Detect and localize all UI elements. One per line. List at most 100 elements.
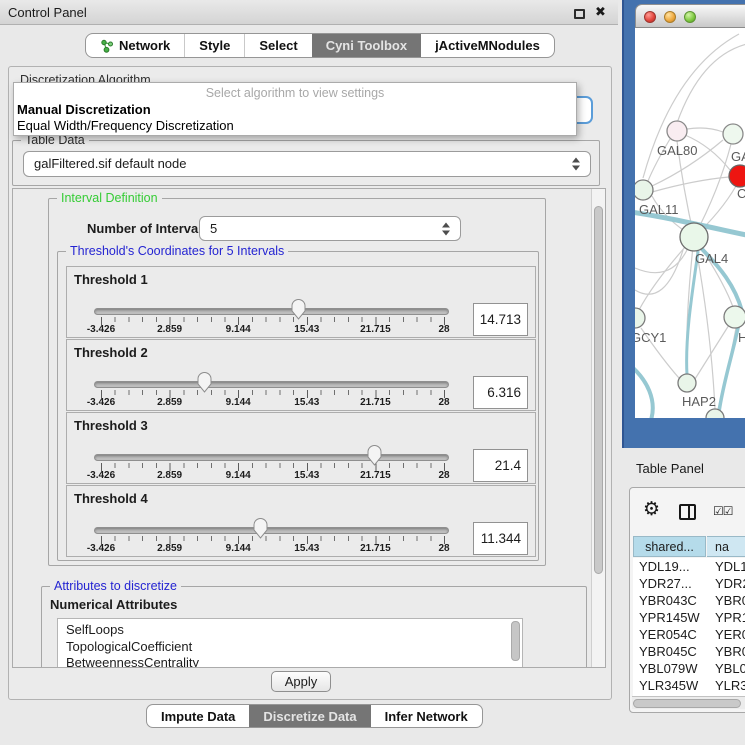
threshold-1-slider-thumb[interactable] [291, 299, 306, 320]
node-bottom[interactable] [706, 409, 724, 418]
checkbox-pair-icon[interactable]: ☑☑ [713, 504, 733, 518]
table-row[interactable]: YBR043CYBR0 [633, 592, 745, 609]
cell: YPR145W [639, 609, 700, 626]
columns-icon[interactable] [679, 504, 696, 520]
node-gal11[interactable] [635, 180, 653, 200]
cell: YDR2 [715, 575, 745, 592]
dropdown-prompt-item[interactable]: Select algorithm to view settings [14, 86, 576, 100]
tab-cyni-toolbox[interactable]: Cyni Toolbox [312, 34, 421, 57]
threshold-3-value-field[interactable]: 21.4 [473, 449, 528, 482]
node-h[interactable] [724, 306, 745, 328]
threshold-2-slider-thumb[interactable] [197, 372, 212, 393]
cell: YLR3 [715, 677, 745, 694]
list-scrollbar[interactable] [511, 621, 520, 661]
tick-label: 9.144 [226, 543, 251, 554]
settings-scrollbar[interactable] [591, 189, 605, 667]
number-of-intervals-spinner[interactable]: 5 [199, 216, 461, 241]
cell: YPR1 [715, 609, 745, 626]
cell: YBR045C [639, 643, 697, 660]
threshold-3-row: Threshold 3 -3.426 2.859 9.144 15.43 21.… [66, 412, 536, 484]
threshold-2-row: Threshold 2 -3.426 2.859 9.144 15.43 21.… [66, 339, 536, 411]
threshold-3-slider-thumb[interactable] [367, 445, 382, 466]
cell: YDL19... [639, 558, 690, 575]
threshold-1-row: Threshold 1 -3.426 2.859 9.144 15.43 21.… [66, 266, 536, 338]
list-item[interactable]: BetweennessCentrality [58, 655, 522, 668]
tick-label: 2.859 [157, 397, 182, 408]
list-item[interactable]: SelfLoops [58, 619, 522, 639]
tab-select[interactable]: Select [244, 34, 311, 57]
numerical-attributes-label: Numerical Attributes [50, 597, 177, 612]
threshold-1-value-field[interactable]: 14.713 [473, 303, 528, 336]
control-panel-titlebar: Control Panel ✖ [0, 0, 618, 25]
node-gal80[interactable] [667, 121, 687, 141]
table-body: YDL19... YDL1 YDR27...YDR2 YBR043CYBR0 YP… [633, 558, 745, 698]
settings-scroll-area: Interval Definition Number of Intervals … [12, 188, 606, 668]
table-horizontal-scrollbar[interactable] [632, 696, 745, 709]
column-header-shared[interactable]: shared... [633, 536, 706, 557]
threshold-4-slider-thumb[interactable] [253, 518, 268, 539]
zoom-window-icon[interactable] [684, 11, 696, 23]
table-horizontal-scrollbar-thumb[interactable] [633, 699, 741, 708]
threshold-2-value-field[interactable]: 6.316 [473, 376, 528, 409]
cell: YER0 [715, 626, 745, 643]
gear-icon[interactable]: ⚙ [643, 500, 660, 519]
tick-label: 15.43 [294, 397, 319, 408]
float-window-icon[interactable] [574, 9, 585, 19]
tab-network[interactable]: Network [86, 34, 184, 57]
tick-label: 2.859 [157, 470, 182, 481]
table-data-combobox[interactable]: galFiltered.sif default node [23, 151, 591, 177]
tick-label: 28 [438, 397, 449, 408]
tab-jactivemnodules[interactable]: jActiveMNodules [421, 34, 554, 57]
tab-style-label: Style [199, 38, 230, 53]
table-row[interactable]: YLR345W YLR3 [633, 677, 745, 694]
node-gal4[interactable] [680, 223, 708, 251]
bottom-tabs: Impute Data Discretize Data Infer Networ… [146, 704, 483, 728]
tab-style[interactable]: Style [184, 34, 244, 57]
table-row[interactable]: YDR27...YDR2 [633, 575, 745, 592]
cell: YER054C [639, 626, 697, 643]
column-header-name[interactable]: na [707, 536, 745, 557]
node-gcy1[interactable] [635, 308, 645, 328]
table-row[interactable]: YBL079WYBL0 [633, 660, 745, 677]
node-label-ga: GA [731, 149, 745, 164]
tick-label: 15.43 [294, 543, 319, 554]
threshold-3-label: Threshold 3 [74, 418, 148, 433]
apply-button[interactable]: Apply [271, 671, 331, 692]
threshold-4-value-field[interactable]: 11.344 [473, 522, 528, 555]
close-icon[interactable]: ✖ [595, 4, 606, 20]
cell: YBR0 [715, 643, 745, 660]
tab-infer-network[interactable]: Infer Network [371, 705, 482, 727]
node-label-gal80: GAL80 [657, 143, 697, 158]
cell: YBL0 [715, 660, 745, 677]
node-hap2[interactable] [678, 374, 696, 392]
node-ga[interactable] [723, 124, 743, 144]
tick-label: 15.43 [294, 324, 319, 335]
tab-discretize-data[interactable]: Discretize Data [249, 705, 370, 727]
table-row[interactable]: YER054C YER0 [633, 626, 745, 643]
list-item[interactable]: TopologicalCoefficient [58, 639, 522, 656]
close-window-icon[interactable] [644, 11, 656, 23]
table-row[interactable]: YDL19... YDL1 [633, 558, 745, 575]
minimize-window-icon[interactable] [664, 11, 676, 23]
dropdown-item-equal-width[interactable]: Equal Width/Frequency Discretization [17, 118, 234, 133]
cell: YDL1 [715, 558, 745, 575]
node-red[interactable] [729, 165, 745, 187]
tab-impute-data[interactable]: Impute Data [147, 705, 249, 727]
network-window-titlebar[interactable] [635, 4, 745, 28]
settings-scrollbar-thumb[interactable] [594, 206, 603, 574]
attributes-group-label: Attributes to discretize [50, 579, 181, 593]
tab-network-label: Network [119, 38, 170, 53]
node-label-gal4: GAL4 [695, 251, 728, 266]
attributes-group: Attributes to discretize Numerical Attri… [41, 586, 587, 668]
dropdown-item-manual-discretization[interactable]: Manual Discretization [17, 102, 151, 117]
stepper-icon [442, 222, 451, 235]
table-row[interactable]: YBR045C YBR0 [633, 643, 745, 660]
tick-label: 28 [438, 543, 449, 554]
table-row[interactable]: YPR145W YPR1 [633, 609, 745, 626]
tick-label: 21.715 [360, 543, 391, 554]
threshold-1-label: Threshold 1 [74, 272, 148, 287]
cell: YLR345W [639, 677, 698, 694]
tab-cyni-toolbox-label: Cyni Toolbox [326, 38, 407, 53]
network-canvas[interactable]: GAL80 GA C GAL11 GAL4 GCY1 H HAP2 [635, 28, 745, 418]
table-panel: ⚙ ☑☑ shared... na YDL19... YDL1 YDR27...Y… [629, 487, 745, 713]
